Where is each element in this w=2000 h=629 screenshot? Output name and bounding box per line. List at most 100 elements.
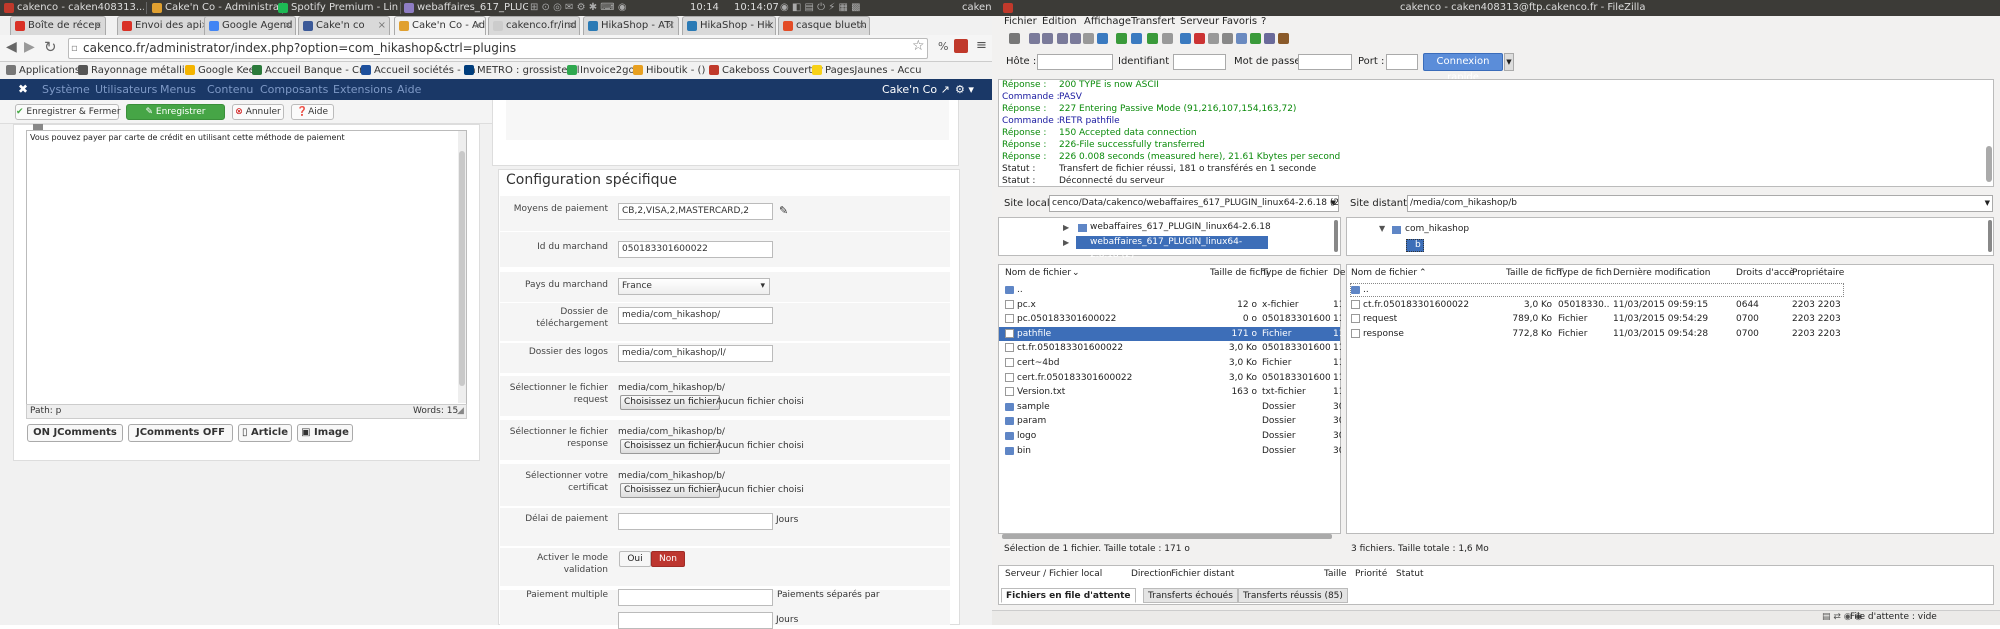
- filter-icon[interactable]: [1222, 33, 1233, 44]
- menu-edition[interactable]: Édition: [1042, 16, 1077, 28]
- separator-icon[interactable]: [1083, 33, 1094, 44]
- local-column-header[interactable]: Taille de fichi: [1210, 267, 1268, 279]
- remote-column-header[interactable]: Taille de fich: [1506, 267, 1562, 279]
- article-button[interactable]: ▯ Article: [238, 424, 292, 442]
- dropdown-icon[interactable]: ▼: [1985, 196, 1990, 211]
- remote-column-header[interactable]: Nom de fichier: [1351, 267, 1417, 279]
- menu-serveur[interactable]: Serveur: [1180, 16, 1219, 28]
- user-input[interactable]: [1173, 54, 1226, 70]
- tree-expand-icon[interactable]: ▶: [1063, 223, 1069, 232]
- tree-collapse-icon[interactable]: ▼: [1379, 224, 1385, 233]
- password-input[interactable]: [1298, 54, 1352, 70]
- close-tab-icon[interactable]: ×: [764, 17, 772, 35]
- delay-input[interactable]: [618, 513, 773, 530]
- menu-fichier[interactable]: Fichier: [1004, 16, 1037, 28]
- pencil-icon[interactable]: ✎: [779, 204, 788, 217]
- browser-tab[interactable]: Google Agend ×: [204, 16, 296, 35]
- tab-failed-transfers[interactable]: Transferts échoués: [1143, 588, 1238, 603]
- save-button[interactable]: ✎ Enregistrer: [126, 104, 225, 120]
- browser-tab[interactable]: Cake'n co ×: [298, 16, 390, 35]
- close-tab-icon[interactable]: ×: [378, 17, 386, 35]
- extension-icon[interactable]: [954, 39, 968, 53]
- queue-column-header[interactable]: Taille: [1324, 568, 1347, 580]
- editor-scrollbar[interactable]: [458, 131, 466, 403]
- menu-contenu[interactable]: Contenu: [207, 79, 253, 100]
- bookmark-item[interactable]: Invoice2go: [567, 62, 635, 79]
- menu-favoris[interactable]: Favoris: [1222, 16, 1257, 28]
- bookmark-item[interactable]: METRO : grossiste al: [464, 62, 580, 79]
- tree-expand-icon[interactable]: ▶: [1063, 238, 1069, 247]
- site-link[interactable]: Cake'n Co ↗: [882, 79, 950, 100]
- extension-icon[interactable]: %: [938, 40, 948, 53]
- choose-file-button-response[interactable]: Choisissez un fichier: [620, 439, 721, 454]
- bookmark-item[interactable]: Cakeboss Couvertur: [709, 62, 823, 79]
- file-name[interactable]: request: [1363, 312, 1503, 326]
- quickconnect-button[interactable]: Connexion rapide: [1423, 53, 1503, 83]
- resize-handle-icon[interactable]: ◢: [457, 405, 464, 418]
- queue-column-header[interactable]: Direction: [1131, 568, 1172, 580]
- compare-icon[interactable]: [1236, 33, 1247, 44]
- file-name[interactable]: ..: [1363, 283, 1503, 297]
- sort-chevron-up-icon[interactable]: ⌃: [1419, 267, 1427, 279]
- local-column-header[interactable]: Type de fichier: [1262, 267, 1328, 279]
- queue-column-header[interactable]: Fichier distant: [1171, 568, 1234, 580]
- tab-queued-files[interactable]: Fichiers en file d'attente: [1001, 588, 1136, 603]
- sort-chevron-down-icon[interactable]: ⌄: [1072, 267, 1080, 279]
- taskbar-tab-2[interactable]: Cake'n Co - Administrat...: [150, 0, 280, 16]
- menu-transfert[interactable]: Transfert: [1131, 16, 1175, 28]
- jcomments-off-button[interactable]: JComments OFF: [128, 424, 233, 442]
- choose-file-button-request[interactable]: Choisissez un fichier: [620, 395, 721, 410]
- rich-text-editor[interactable]: [26, 130, 467, 418]
- local-tree-item-selected[interactable]: webaffaires_617_PLUGIN_linux64-2.6.18 (2…: [1076, 236, 1268, 260]
- image-button[interactable]: ▣ Image: [297, 424, 353, 442]
- local-site-input[interactable]: cenco/Data/cakenco/webaffaires_617_PLUGI…: [1049, 195, 1339, 212]
- local-column-header[interactable]: De: [1333, 267, 1345, 279]
- multiple-input[interactable]: [618, 589, 773, 606]
- sync-browse-icon[interactable]: [1250, 33, 1261, 44]
- toggle-queue-icon[interactable]: [1070, 33, 1081, 44]
- local-tree-item-1[interactable]: webaffaires_617_PLUGIN_linux64-2.6.18: [1090, 222, 1271, 232]
- close-tab-icon[interactable]: ×: [667, 17, 675, 35]
- back-icon[interactable]: ◀: [6, 39, 17, 55]
- queue-column-header[interactable]: Priorité: [1355, 568, 1387, 580]
- menu-utilisateurs[interactable]: Utilisateurs: [95, 79, 157, 100]
- cancel-button[interactable]: ⊗ Annuler: [232, 104, 284, 120]
- choose-file-button-certificate[interactable]: Choisissez un fichier: [620, 483, 721, 498]
- remote-tree-scrollbar[interactable]: [1988, 220, 1992, 252]
- search-icon[interactable]: [1264, 33, 1275, 44]
- remote-column-header[interactable]: Propriétaire: [1792, 267, 1844, 279]
- logos-folder-input[interactable]: media/com_hikashop/l/: [618, 345, 773, 362]
- queue-column-header[interactable]: Statut: [1396, 568, 1424, 580]
- menu-systeme[interactable]: Système: [42, 79, 90, 100]
- browser-tab[interactable]: Envoi des api×: [117, 16, 213, 35]
- menu-help[interactable]: ?: [1261, 16, 1266, 28]
- cancel-icon[interactable]: [1131, 33, 1142, 44]
- bookmark-star-icon[interactable]: ☆: [912, 38, 925, 54]
- remote-column-header[interactable]: Dernière modification: [1613, 267, 1711, 279]
- editor-content[interactable]: Vous pouvez payer par carte de crédit en…: [30, 133, 345, 142]
- toggle-tree-local-icon[interactable]: [1042, 33, 1053, 44]
- bookmark-item[interactable]: Accueil sociétés - Pa: [361, 62, 476, 79]
- menu-menus[interactable]: Menus: [160, 79, 196, 100]
- host-input[interactable]: [1037, 54, 1113, 70]
- remote-tree-item-selected[interactable]: b: [1406, 239, 1424, 252]
- browser-tab[interactable]: HikaShop - ATI ×: [583, 16, 679, 35]
- bookmark-item[interactable]: Hiboutik - () -: [633, 62, 712, 79]
- menu-aide[interactable]: Aide: [397, 79, 421, 100]
- browser-tab[interactable]: casque blueth ×: [778, 16, 870, 35]
- menu-extensions[interactable]: Extensions: [333, 79, 393, 100]
- save-close-button[interactable]: ✔ Enregistrer & Fermer: [15, 104, 121, 120]
- country-select[interactable]: France ▾: [618, 278, 770, 295]
- remote-site-input[interactable]: /media/com_hikashop/b ▼: [1407, 195, 1993, 212]
- separator-icon[interactable]: [1162, 33, 1173, 44]
- browser-tab[interactable]: Boîte de récep ×: [10, 16, 106, 35]
- local-column-header[interactable]: Nom de fichier: [1005, 267, 1071, 279]
- dropdown-icon[interactable]: ▼: [1331, 196, 1336, 211]
- multiple-days-input[interactable]: [618, 612, 773, 629]
- file-name[interactable]: response: [1363, 327, 1503, 341]
- close-tab-icon[interactable]: ×: [474, 17, 482, 35]
- merchant-id-input[interactable]: 050183301600022: [618, 241, 773, 258]
- close-tab-icon[interactable]: ×: [568, 17, 576, 35]
- tab-successful-transfers[interactable]: Transferts réussis (85): [1238, 588, 1348, 603]
- download-folder-input[interactable]: media/com_hikashop/: [618, 307, 773, 324]
